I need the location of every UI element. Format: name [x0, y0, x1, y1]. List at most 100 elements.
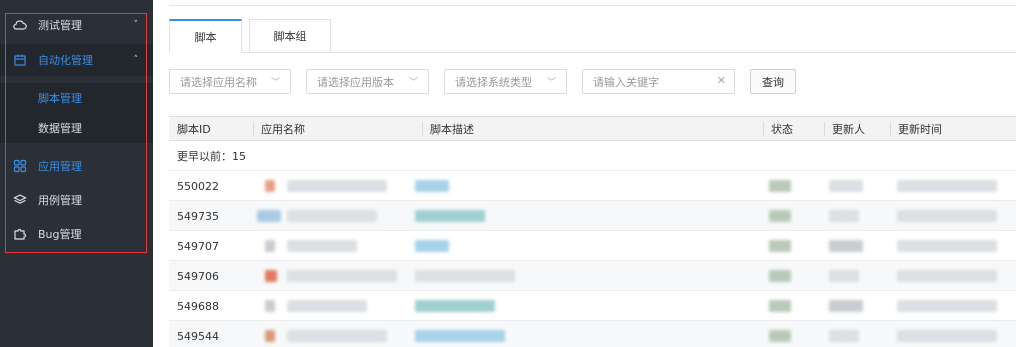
nav-label: 用例管理 — [38, 194, 82, 207]
redacted-description — [415, 240, 449, 252]
nav-item-case-management[interactable]: 用例管理 — [0, 184, 153, 216]
close-icon[interactable]: ✕ — [717, 74, 726, 87]
sub-item-label: 数据管理 — [38, 122, 82, 135]
table-row[interactable]: 549544 — [169, 321, 1016, 347]
table-header: 脚本ID 应用名称 脚本描述 状态 更新人 更新时间 — [169, 116, 1016, 141]
button-label: 查询 — [762, 75, 784, 89]
redacted-updater — [829, 300, 863, 312]
redacted-updater — [829, 330, 859, 342]
redacted-description — [415, 330, 505, 342]
main-content: 脚本 脚本组 请选择应用名称 ﹀ 请选择应用版本 ﹀ 请选择系统类型 ﹀ 请输入… — [153, 0, 1016, 347]
script-id: 550022 — [177, 179, 219, 193]
nav-item-automation-management[interactable]: 自动化管理 ˄ — [0, 44, 153, 76]
nav-item-test-management[interactable]: 测试管理 ˅ — [0, 9, 153, 41]
sub-item-label: 脚本管理 — [38, 92, 82, 105]
group-row: 更早以前：15 — [169, 141, 1016, 171]
app-icon — [265, 270, 277, 282]
redacted-update-time — [897, 270, 997, 282]
redacted-app-name — [287, 240, 357, 252]
app-icon — [265, 180, 275, 192]
app-icon — [257, 210, 281, 222]
divider — [169, 5, 1016, 6]
table-row[interactable]: 550022 — [169, 171, 1016, 201]
nav-label: 测试管理 — [38, 19, 82, 32]
nav-item-app-management[interactable]: 应用管理 — [0, 150, 153, 182]
select-placeholder: 请选择应用版本 — [317, 75, 394, 89]
search-button[interactable]: 查询 — [750, 69, 796, 94]
redacted-update-time — [897, 180, 997, 192]
script-id: 549706 — [177, 269, 219, 283]
nav-label: 自动化管理 — [38, 54, 93, 67]
script-table: 脚本ID 应用名称 脚本描述 状态 更新人 更新时间 更早以前：15 55002… — [169, 116, 1016, 347]
app-icon — [265, 330, 275, 342]
app-name-select[interactable]: 请选择应用名称 ﹀ — [169, 69, 291, 94]
redacted-app-name — [287, 180, 387, 192]
tab-script-group[interactable]: 脚本组 — [249, 19, 331, 53]
nav-label: Bug管理 — [38, 228, 82, 241]
redacted-description — [415, 210, 485, 222]
col-header-updater[interactable]: 更新人 — [824, 117, 865, 141]
redacted-status — [769, 300, 791, 312]
table-row[interactable]: 549707 — [169, 231, 1016, 261]
input-placeholder: 请输入关键字 — [593, 75, 659, 89]
redacted-status — [769, 270, 791, 282]
col-header-description[interactable]: 脚本描述 — [422, 117, 474, 141]
tab-script[interactable]: 脚本 — [169, 19, 242, 53]
keyword-input[interactable]: 请输入关键字 ✕ — [582, 69, 735, 94]
redacted-description — [415, 180, 449, 192]
table-row[interactable]: 549735 — [169, 201, 1016, 231]
script-id: 549688 — [177, 299, 219, 313]
script-id: 549735 — [177, 209, 219, 223]
tab-label: 脚本组 — [273, 30, 307, 43]
select-placeholder: 请选择系统类型 — [455, 75, 532, 89]
redacted-app-name — [287, 330, 387, 342]
sidebar: 测试管理 ˅ 自动化管理 ˄ 脚本管理 数据管理 应用管理 用例管理 Bug管理 — [0, 0, 153, 347]
puzzle-icon — [13, 227, 27, 241]
redacted-status — [769, 240, 791, 252]
redacted-update-time — [897, 300, 997, 312]
calendar-icon — [13, 53, 27, 67]
col-header-app-name[interactable]: 应用名称 — [253, 117, 305, 141]
redacted-updater — [829, 180, 863, 192]
chevron-down-icon: ﹀ — [408, 78, 418, 88]
script-id: 549707 — [177, 239, 219, 253]
redacted-app-name — [287, 270, 397, 282]
app-icon — [265, 240, 275, 252]
system-type-select[interactable]: 请选择系统类型 ﹀ — [444, 69, 567, 94]
select-placeholder: 请选择应用名称 — [180, 75, 257, 89]
table-row[interactable]: 549706 — [169, 261, 1016, 291]
redacted-update-time — [897, 210, 997, 222]
redacted-app-name — [287, 300, 367, 312]
app-icon — [265, 300, 275, 312]
col-header-id[interactable]: 脚本ID — [169, 117, 211, 141]
redacted-updater — [829, 240, 863, 252]
redacted-status — [769, 180, 791, 192]
redacted-update-time — [897, 330, 997, 342]
redacted-status — [769, 210, 791, 222]
redacted-updater — [829, 270, 859, 282]
redacted-app-name — [287, 210, 377, 222]
redacted-updater — [829, 210, 859, 222]
sub-item-script-management[interactable]: 脚本管理 — [0, 83, 153, 113]
redacted-update-time — [897, 240, 997, 252]
col-header-status[interactable]: 状态 — [763, 117, 793, 141]
chevron-down-icon: ﹀ — [546, 78, 556, 88]
sub-item-data-management[interactable]: 数据管理 — [0, 113, 153, 143]
chevron-up-icon: ˄ — [133, 55, 139, 65]
table-row[interactable]: 549688 — [169, 291, 1016, 321]
nav-item-bug-management[interactable]: Bug管理 — [0, 218, 153, 250]
redacted-description — [415, 270, 515, 282]
app-version-select[interactable]: 请选择应用版本 ﹀ — [306, 69, 429, 94]
chevron-down-icon: ˅ — [133, 20, 139, 30]
table-body: 550022 549735 549707 549706 549688 54954… — [169, 171, 1016, 347]
cloud-icon — [13, 18, 27, 32]
grid-icon — [13, 159, 27, 173]
tab-bar: 脚本 脚本组 — [169, 19, 1016, 53]
tab-label: 脚本 — [194, 30, 217, 44]
nav-label: 应用管理 — [38, 160, 82, 173]
script-id: 549544 — [177, 329, 219, 343]
redacted-description — [415, 300, 495, 312]
layers-icon — [13, 193, 27, 207]
chevron-down-icon: ﹀ — [270, 78, 280, 88]
col-header-update-time[interactable]: 更新时间 — [890, 117, 942, 141]
